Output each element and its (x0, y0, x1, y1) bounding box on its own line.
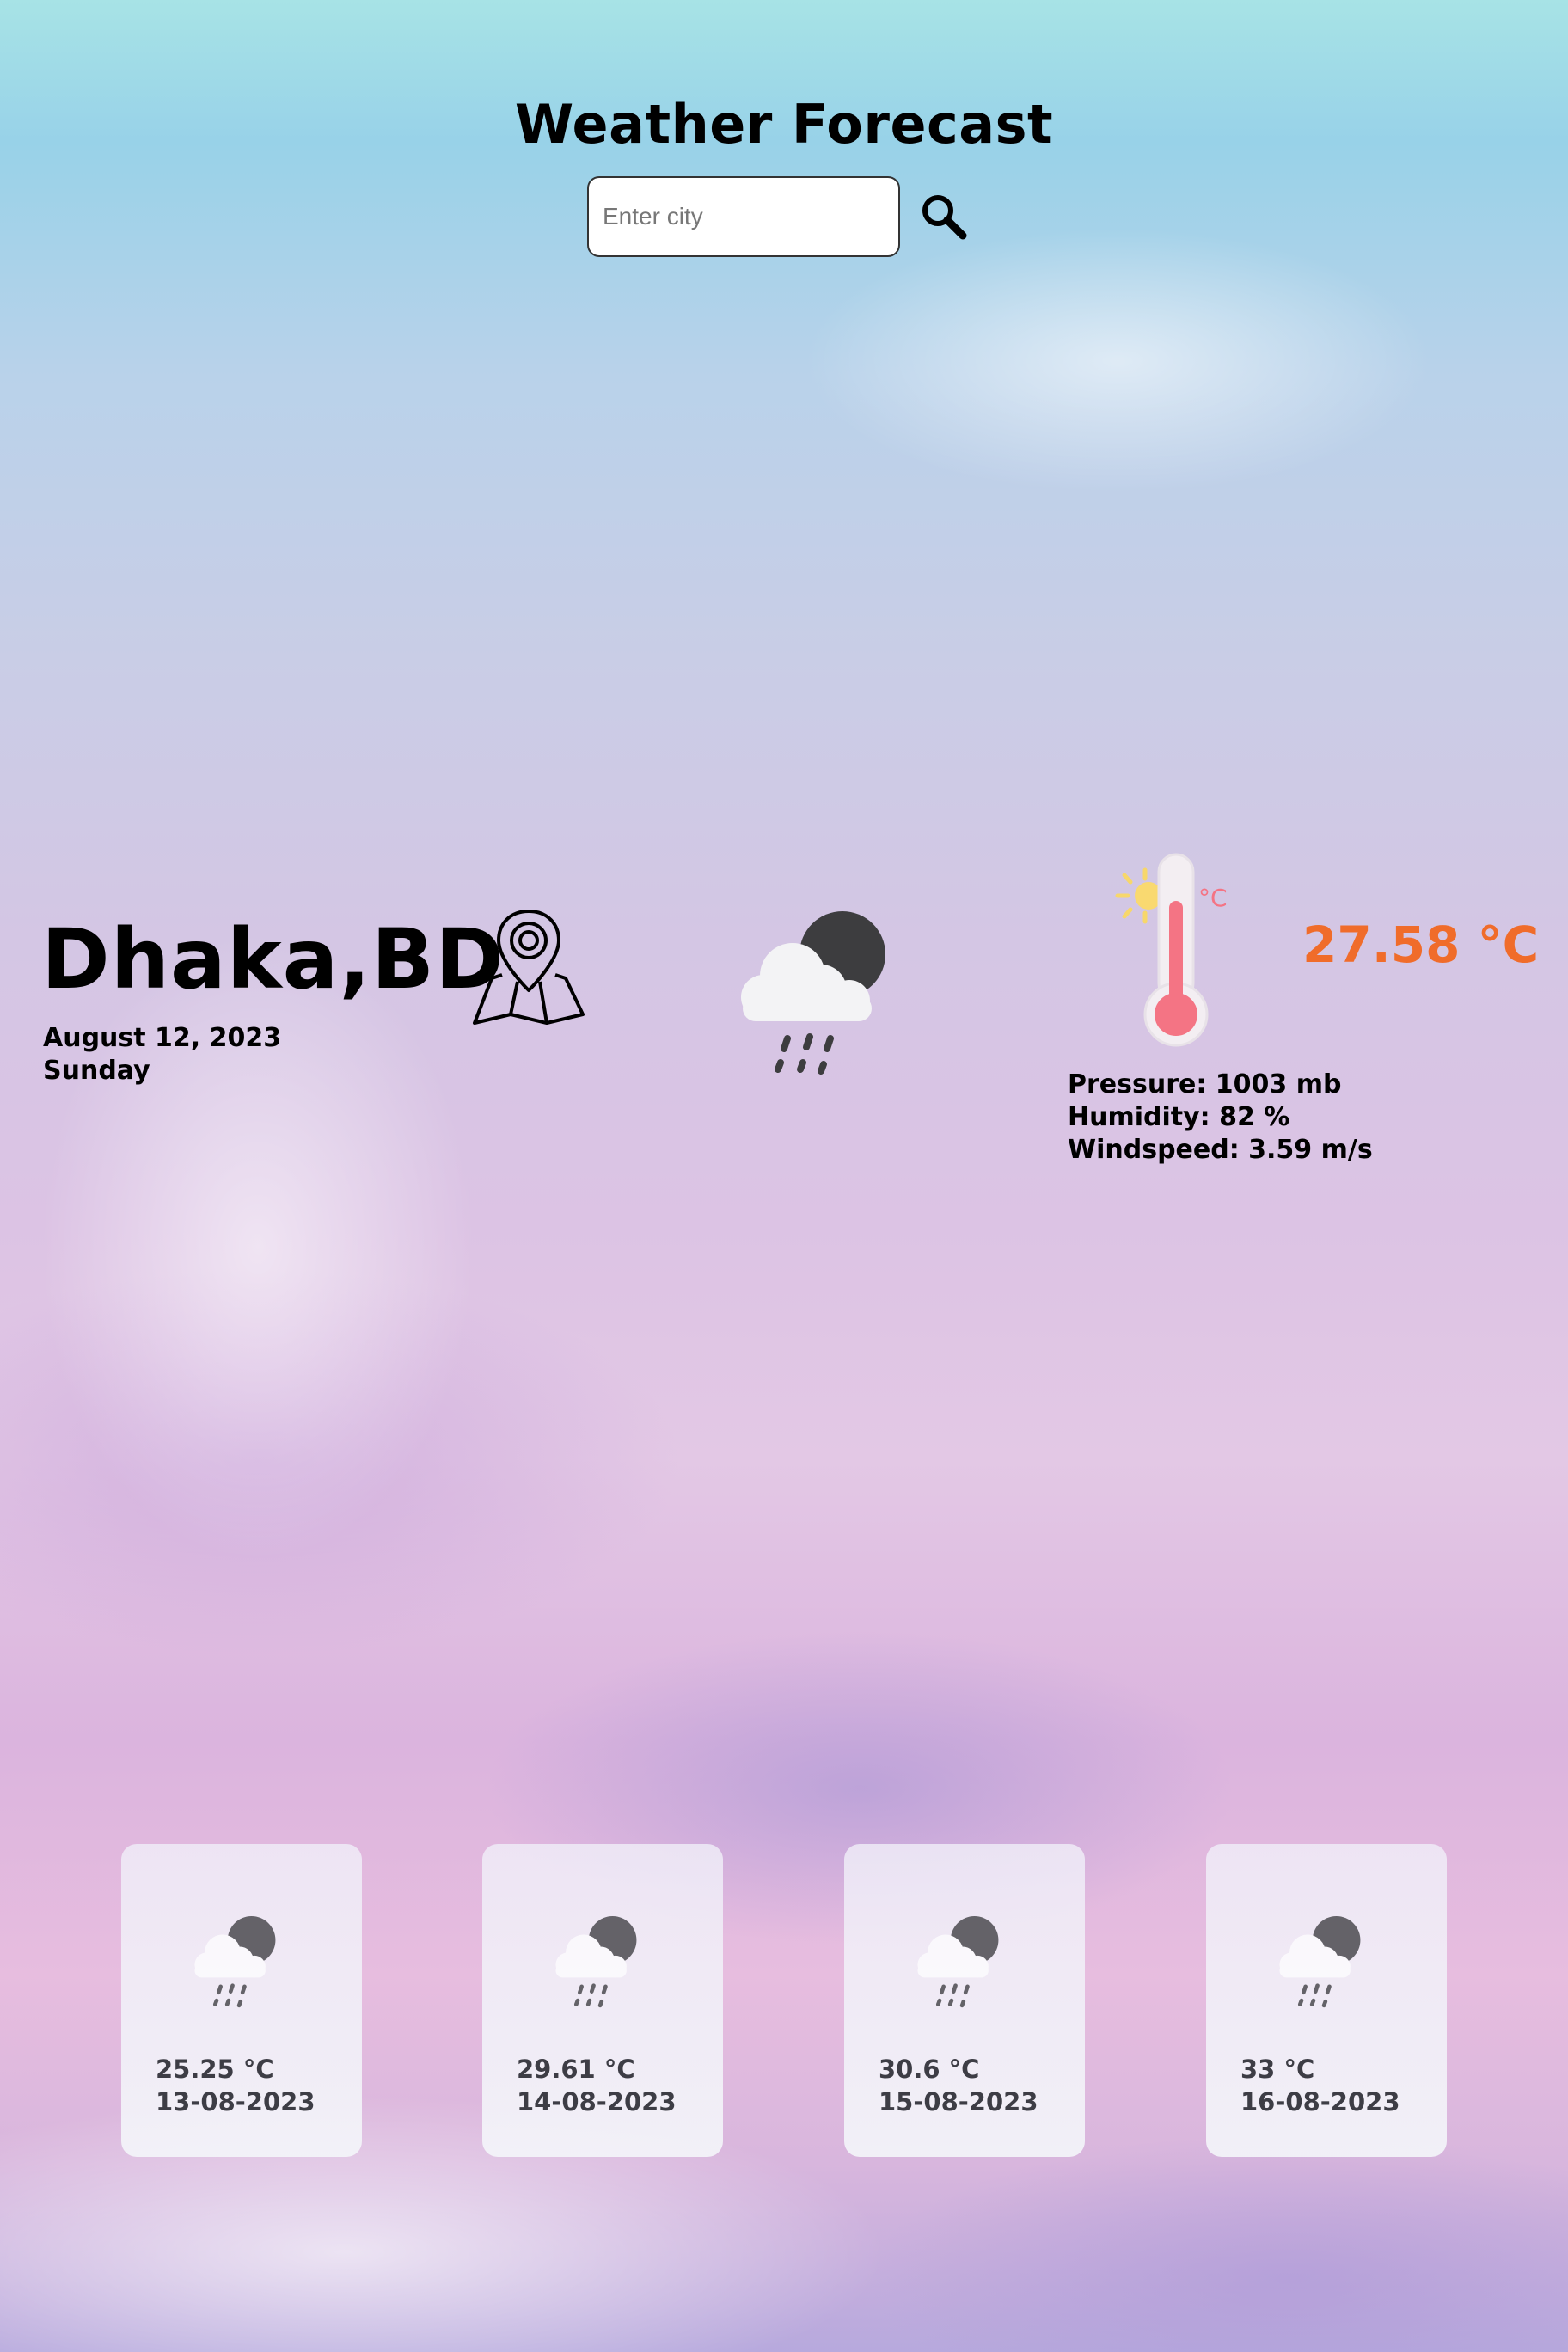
forecast-date: 16-08-2023 (1240, 2087, 1400, 2116)
pressure-value: Pressure: 1003 mb (1068, 1069, 1342, 1099)
forecast-temperature: 30.6 °C (879, 2055, 980, 2084)
search-input[interactable] (587, 176, 900, 257)
humidity-value: Humidity: 82 % (1068, 1102, 1290, 1132)
rain-night-cloud-icon (1279, 1916, 1361, 2008)
rain-night-cloud-icon (917, 1916, 999, 2008)
city-name: Dhaka,BD (41, 911, 505, 1008)
forecast-card: 33 °C 16-08-2023 (1206, 1844, 1447, 2157)
current-day: Sunday (43, 1056, 150, 1086)
forecast-date: 15-08-2023 (879, 2087, 1038, 2116)
rain-night-cloud-icon (741, 911, 885, 1075)
windspeed-value: Windspeed: 3.59 m/s (1068, 1135, 1373, 1165)
search-button[interactable] (918, 191, 970, 242)
page-title: Weather Forecast (514, 93, 1054, 156)
forecast-card: 29.61 °C 14-08-2023 (482, 1844, 723, 2157)
forecast-date: 14-08-2023 (517, 2087, 677, 2116)
current-date: August 12, 2023 (43, 1023, 282, 1053)
rain-night-cloud-icon (555, 1916, 637, 2008)
forecast-date: 13-08-2023 (156, 2087, 315, 2116)
forecast-card: 30.6 °C 15-08-2023 (844, 1844, 1085, 2157)
search-icon (922, 195, 967, 240)
thermometer-sun-icon: °C (1115, 853, 1228, 1047)
map-pin-icon (473, 910, 585, 1025)
forecast-temperature: 25.25 °C (156, 2055, 274, 2084)
current-temperature: 27.58 °C (1302, 916, 1540, 974)
forecast-card: 25.25 °C 13-08-2023 (121, 1844, 362, 2157)
forecast-temperature: 33 °C (1240, 2055, 1315, 2084)
forecast-temperature: 29.61 °C (517, 2055, 635, 2084)
rain-night-cloud-icon (194, 1916, 276, 2008)
svg-text:°C: °C (1198, 884, 1228, 912)
